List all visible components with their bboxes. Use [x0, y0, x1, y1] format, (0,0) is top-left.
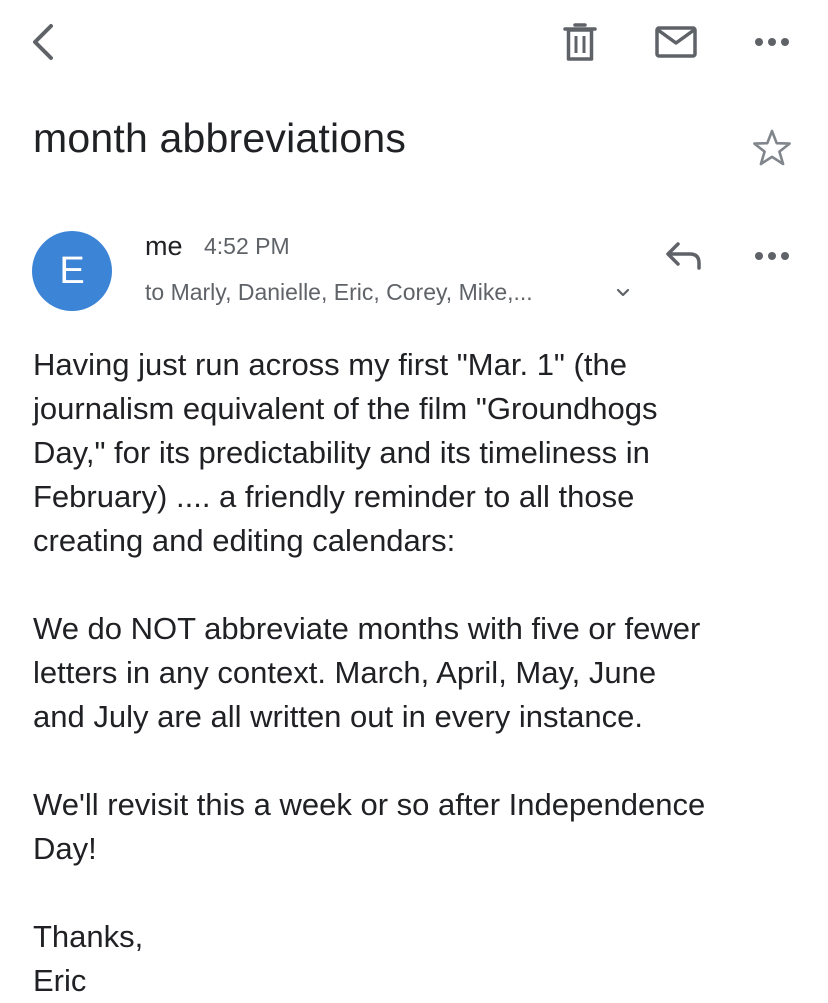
recipients-expand-button[interactable] — [612, 282, 634, 304]
mail-icon — [655, 26, 697, 58]
star-icon — [753, 129, 791, 166]
email-subject: month abbreviations — [33, 115, 407, 161]
message-more-button[interactable] — [744, 230, 800, 282]
body-paragraph: We do NOT abbreviate months with five or… — [33, 611, 701, 734]
recipients-list[interactable]: to Marly, Danielle, Eric, Corey, Mike,..… — [145, 276, 533, 308]
top-toolbar — [0, 0, 828, 84]
sender-avatar[interactable]: E — [32, 231, 112, 311]
more-horizontal-icon — [755, 252, 789, 260]
chevron-left-icon — [33, 24, 53, 60]
reply-icon — [666, 242, 701, 270]
body-paragraph: We'll revisit this a week or so after In… — [33, 787, 706, 866]
mark-unread-button[interactable] — [648, 14, 704, 70]
more-horizontal-icon — [755, 38, 789, 46]
body-paragraph: Having just run across my first "Mar. 1"… — [33, 347, 658, 558]
sender-name: me — [145, 231, 183, 261]
message-body: Having just run across my first "Mar. 1"… — [33, 343, 813, 1003]
star-button[interactable] — [746, 122, 798, 174]
trash-icon — [563, 23, 597, 61]
avatar-initial: E — [59, 249, 85, 292]
delete-button[interactable] — [552, 14, 608, 70]
reply-button[interactable] — [656, 230, 712, 282]
signature: Thanks, Eric — [33, 919, 144, 998]
chevron-down-icon — [616, 288, 630, 297]
message-time: 4:52 PM — [204, 233, 290, 259]
more-options-button[interactable] — [744, 14, 800, 70]
back-button[interactable] — [20, 14, 68, 70]
